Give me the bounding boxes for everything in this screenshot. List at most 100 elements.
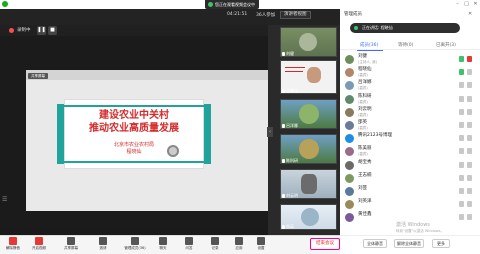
member-role: (嘉宾) — [358, 86, 368, 91]
avatar — [301, 208, 319, 226]
panel-close-icon[interactable]: ✕ — [468, 11, 472, 17]
avatar — [345, 187, 354, 196]
view-mode-button[interactable]: 演讲者视图 — [280, 11, 311, 19]
avatar — [345, 107, 354, 117]
chat-icon — [159, 237, 167, 245]
member-row[interactable]: 邵英 (嘉宾) — [345, 120, 475, 132]
tab-members[interactable]: 成员(36) — [360, 42, 378, 48]
invite-button[interactable]: 邀请 — [92, 237, 114, 253]
end-meeting-button[interactable]: 结束会议 — [310, 238, 340, 250]
slide-accent-bottom — [64, 161, 204, 163]
mic-icon[interactable] — [459, 108, 464, 115]
pause-recording-icon[interactable]: ❚❚ — [37, 26, 46, 35]
camera-icon[interactable] — [467, 214, 472, 221]
maximize-icon[interactable]: □ — [463, 1, 470, 8]
mic-icon[interactable] — [459, 214, 464, 221]
menu-icon[interactable]: ☰ — [2, 196, 7, 203]
notice-text: 您正在观看视频会议中 — [215, 2, 255, 7]
member-row[interactable]: 胡宝秀 — [345, 160, 475, 172]
camera-icon[interactable] — [467, 122, 472, 128]
camera-icon[interactable] — [467, 188, 472, 194]
record-button[interactable]: 记录 — [204, 237, 226, 253]
slide-top-strip — [26, 70, 278, 80]
mic-icon[interactable] — [459, 69, 464, 76]
avatar — [345, 121, 354, 130]
camera-icon[interactable] — [467, 69, 472, 76]
stop-recording-icon[interactable]: ■ — [48, 26, 57, 35]
member-row[interactable]: 陈美丽 (嘉宾) — [345, 146, 475, 158]
mic-icon[interactable] — [459, 122, 464, 128]
toolbar-label: 设置 — [257, 246, 265, 250]
toolbar-label: 问答 — [185, 246, 193, 250]
toolbar-label: 聊天 — [159, 246, 167, 250]
slide-accent-top — [64, 105, 204, 107]
slide-accent-right — [204, 104, 211, 164]
member-name: 刘芸 — [358, 186, 367, 191]
share-tag: 共享屏幕 — [28, 73, 48, 79]
member-row[interactable]: 腾讯2123号博理 — [345, 133, 475, 145]
meeting-notice: 您正在观看视频会议中 — [205, 0, 259, 9]
thumbnail-label: 程晓仙 — [280, 88, 300, 94]
mute-all-button[interactable]: 全体静音 — [363, 239, 387, 248]
video-button[interactable]: 开启视频 — [28, 237, 50, 253]
collapse-arrow-icon[interactable]: ‹ — [267, 127, 273, 137]
mic-icon[interactable] — [459, 148, 464, 155]
close-icon[interactable]: ✕ — [472, 1, 479, 8]
member-row[interactable]: 刘云明 (嘉宾) — [345, 107, 475, 119]
mic-icon[interactable] — [459, 188, 464, 194]
member-name: 胡宝秀 — [358, 159, 372, 165]
mic-icon[interactable] — [459, 135, 464, 142]
camera-icon[interactable] — [467, 174, 472, 181]
minimize-icon[interactable]: – — [454, 1, 461, 8]
mic-icon — [282, 194, 285, 198]
member-row[interactable]: 吕洋娜 (嘉宾) — [345, 80, 475, 92]
thumbnail-label: 陈科研 — [280, 158, 300, 164]
mic-icon — [282, 89, 285, 93]
member-name: 黄佳鑫 — [358, 212, 372, 218]
manage-members-button[interactable]: 管理成员(36) — [120, 237, 150, 253]
speaker-avatar — [307, 67, 321, 83]
share-screen-button[interactable]: 共享屏幕 — [60, 237, 82, 253]
more-button[interactable]: 更多 — [432, 239, 450, 248]
mic-icon[interactable] — [459, 161, 464, 168]
mic-icon[interactable] — [459, 174, 464, 181]
camera-icon[interactable] — [467, 56, 472, 62]
camera-icon[interactable] — [467, 161, 472, 168]
member-row[interactable]: 刘健 (主持人, 我) — [345, 54, 475, 66]
unmute-all-button[interactable]: 解除全体静音 — [394, 239, 424, 248]
camera-icon[interactable] — [467, 135, 472, 142]
avatar — [345, 200, 354, 210]
apps-button[interactable]: 应用 — [228, 237, 250, 253]
camera-icon[interactable] — [467, 148, 472, 155]
member-role: (嘉宾) — [358, 126, 368, 130]
avatar — [299, 104, 319, 124]
tab-waiting[interactable]: 等待(0) — [398, 42, 413, 48]
mic-icon[interactable] — [459, 95, 464, 102]
camera-icon[interactable] — [467, 201, 472, 208]
toolbar-label: 共享屏幕 — [64, 246, 78, 250]
member-row[interactable]: 程晓仙 (嘉宾) — [345, 67, 475, 79]
active-tab-indicator — [357, 50, 383, 51]
speaking-icon — [354, 26, 358, 30]
camera-icon[interactable] — [467, 82, 472, 89]
thumbnail-label: 邵英 — [280, 224, 296, 230]
camera-icon[interactable] — [467, 108, 472, 115]
thumbnail-label: 吕洋娜 — [280, 123, 300, 129]
member-row[interactable]: 陈科研 (嘉宾) — [345, 94, 475, 106]
notice-icon — [208, 2, 213, 7]
mic-icon[interactable] — [459, 201, 464, 208]
settings-button[interactable]: 设置 — [250, 237, 272, 253]
camera-icon[interactable] — [467, 95, 472, 102]
member-row[interactable]: 刘英泽 — [345, 199, 475, 211]
unmute-button[interactable]: 解除静音 — [2, 237, 24, 253]
toolbar-label: 记录 — [211, 246, 219, 250]
member-row[interactable]: 刘芸 — [345, 186, 475, 198]
chat-button[interactable]: 聊天 — [152, 237, 174, 253]
qa-button[interactable]: 问答 — [178, 237, 200, 253]
mic-icon — [282, 225, 285, 229]
mic-icon[interactable] — [459, 82, 464, 89]
member-row[interactable]: 王志楠 — [345, 173, 475, 185]
member-role: (嘉宾) — [358, 152, 368, 157]
tab-left[interactable]: 已离开(3) — [436, 42, 456, 48]
mic-icon[interactable] — [459, 56, 464, 62]
